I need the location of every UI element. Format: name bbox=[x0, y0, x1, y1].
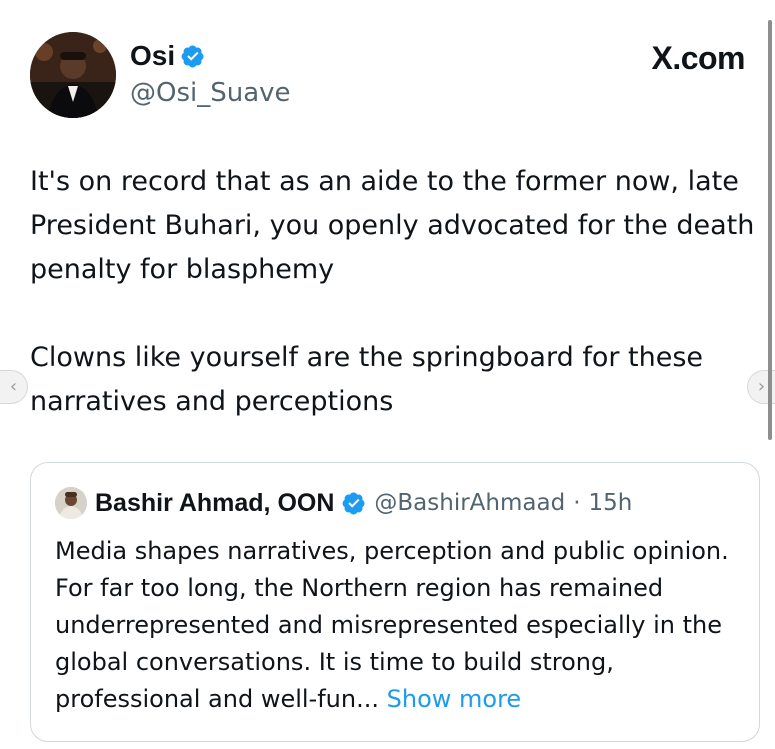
author-avatar-image bbox=[30, 32, 116, 118]
tweet-paragraph: Clowns like yourself are the springboard… bbox=[30, 342, 704, 417]
quoted-verified-badge-icon bbox=[342, 492, 365, 515]
carousel-prev-button[interactable]: ‹ bbox=[0, 370, 28, 404]
quoted-tweet-header: Bashir Ahmad, OON @BashirAhmaad · 15h bbox=[55, 487, 632, 519]
author-avatar[interactable] bbox=[30, 32, 116, 118]
chevron-right-icon: › bbox=[757, 376, 766, 397]
show-more-link[interactable]: Show more bbox=[387, 685, 522, 713]
quoted-tweet-text: Media shapes narratives, perception and … bbox=[55, 533, 745, 718]
quoted-author-avatar[interactable] bbox=[55, 487, 87, 519]
author-name[interactable]: Osi bbox=[130, 40, 175, 72]
author-handle[interactable]: @Osi_Suave bbox=[130, 77, 291, 109]
quoted-timestamp[interactable]: 15h bbox=[589, 490, 633, 516]
quoted-separator: · bbox=[573, 490, 581, 516]
scrollbar-thumb[interactable] bbox=[768, 20, 772, 440]
tweet-paragraph: It's on record that as an aide to the fo… bbox=[30, 166, 755, 285]
quoted-tweet-card[interactable]: Bashir Ahmad, OON @BashirAhmaad · 15h Me… bbox=[30, 462, 760, 742]
site-label: X.com bbox=[651, 40, 745, 76]
tweet-text: It's on record that as an aide to the fo… bbox=[30, 160, 765, 424]
quoted-author-handle[interactable]: @BashirAhmaad bbox=[374, 490, 565, 516]
tweet-card: Osi @Osi_Suave X.com It's on record that… bbox=[0, 0, 775, 749]
quoted-author-name[interactable]: Bashir Ahmad, OON bbox=[95, 489, 334, 518]
verified-badge-icon bbox=[181, 45, 204, 68]
author-name-row: Osi bbox=[130, 40, 205, 72]
chevron-left-icon: ‹ bbox=[9, 376, 18, 397]
quoted-author-avatar-image bbox=[55, 487, 87, 519]
